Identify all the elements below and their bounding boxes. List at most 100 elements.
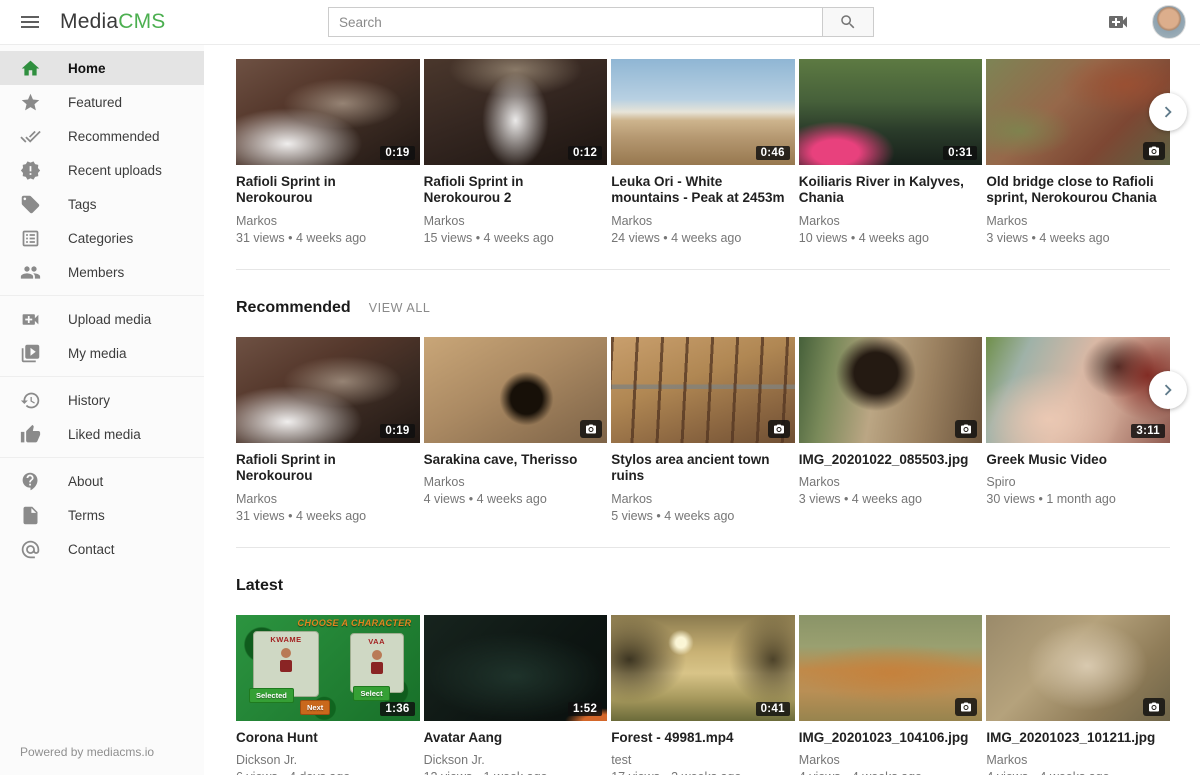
media-meta: 31 views • 4 weeks ago bbox=[236, 509, 420, 523]
media-card[interactable]: IMG_20201022_085503.jpgMarkos3 views • 4… bbox=[799, 337, 983, 523]
sidebar-item-members[interactable]: Members bbox=[0, 255, 204, 289]
media-title[interactable]: Forest - 49981.mp4 bbox=[611, 730, 795, 746]
media-title[interactable]: IMG_20201023_101211.jpg bbox=[986, 730, 1170, 746]
media-thumbnail[interactable]: 1:52 bbox=[424, 615, 608, 721]
media-author[interactable]: Markos bbox=[986, 214, 1170, 228]
search-input[interactable] bbox=[328, 7, 822, 37]
sidebar-item-upload-media[interactable]: Upload media bbox=[0, 302, 204, 336]
media-thumbnail[interactable] bbox=[986, 615, 1170, 721]
media-author[interactable]: Markos bbox=[424, 475, 608, 489]
search-button[interactable] bbox=[822, 7, 874, 37]
media-title[interactable]: Leuka Ori - White mountains - Peak at 24… bbox=[611, 174, 795, 207]
sidebar-item-contact[interactable]: Contact bbox=[0, 532, 204, 566]
media-author[interactable]: Markos bbox=[799, 214, 983, 228]
app-logo[interactable]: MediaCMS bbox=[60, 10, 165, 34]
powered-by-text[interactable]: Powered by mediacms.io bbox=[0, 731, 204, 775]
media-card[interactable]: 0:12 Rafioli Sprint in Nerokourou 2 Markos… bbox=[424, 59, 608, 245]
sidebar-item-recent-uploads[interactable]: Recent uploads bbox=[0, 153, 204, 187]
media-thumbnail[interactable]: CHOOSE A CHARACTERKWAMEVAASelectedNextSe… bbox=[236, 615, 420, 721]
media-title[interactable]: Stylos area ancient town ruins bbox=[611, 452, 795, 485]
media-title[interactable]: Rafioli Sprint in Nerokourou 2 bbox=[424, 174, 608, 207]
media-author[interactable]: Markos bbox=[799, 753, 983, 767]
media-author[interactable]: Markos bbox=[799, 475, 983, 489]
media-title[interactable]: IMG_20201022_085503.jpg bbox=[799, 452, 983, 468]
media-author[interactable]: Markos bbox=[986, 753, 1170, 767]
duration-badge: 0:12 bbox=[568, 146, 602, 160]
media-card[interactable]: 0:19 Rafioli Sprint in Nerokourou Markos 31… bbox=[236, 337, 420, 523]
media-card[interactable]: 0:31 Koiliaris River in Kalyves, Chania Ma… bbox=[799, 59, 983, 245]
carousel-next-button[interactable] bbox=[1149, 93, 1187, 131]
media-thumbnail[interactable] bbox=[986, 59, 1170, 165]
sidebar-item-terms[interactable]: Terms bbox=[0, 498, 204, 532]
media-card[interactable]: 1:52Avatar AangDickson Jr.12 views • 1 w… bbox=[424, 615, 608, 775]
media-thumbnail[interactable] bbox=[799, 337, 983, 443]
media-author[interactable]: Dickson Jr. bbox=[424, 753, 608, 767]
media-author[interactable]: Markos bbox=[611, 214, 795, 228]
sidebar-item-tags[interactable]: Tags bbox=[0, 187, 204, 221]
media-title[interactable]: Sarakina cave, Therisso bbox=[424, 452, 608, 468]
media-card[interactable]: 0:41Forest - 49981.mp4test17 views • 3 w… bbox=[611, 615, 795, 775]
media-thumbnail[interactable] bbox=[799, 615, 983, 721]
sidebar-item-history[interactable]: History bbox=[0, 383, 204, 417]
media-title[interactable]: Greek Music Video bbox=[986, 452, 1170, 468]
camera-badge-icon bbox=[1143, 142, 1165, 160]
media-card[interactable]: 0:46 Leuka Ori - White mountains - Peak a… bbox=[611, 59, 795, 245]
media-card[interactable]: Stylos area ancient town ruins Markos 5 vi… bbox=[611, 337, 795, 523]
sidebar-item-label: History bbox=[68, 393, 110, 408]
duration-badge: 1:52 bbox=[568, 702, 602, 716]
media-meta: 5 views • 4 weeks ago bbox=[611, 509, 795, 523]
logo-text-cms: CMS bbox=[118, 10, 165, 33]
media-thumbnail[interactable]: 0:19 bbox=[236, 59, 420, 165]
media-card[interactable]: 3:11Greek Music VideoSpiro30 views • 1 m… bbox=[986, 337, 1170, 523]
sidebar-item-featured[interactable]: Featured bbox=[0, 85, 204, 119]
sidebar-item-about[interactable]: About bbox=[0, 464, 204, 498]
upload-video-icon[interactable] bbox=[1106, 10, 1130, 34]
sidebar-item-label: Home bbox=[68, 61, 106, 76]
sidebar-item-categories[interactable]: Categories bbox=[0, 221, 204, 255]
menu-icon[interactable] bbox=[18, 10, 42, 34]
carousel-next-button[interactable] bbox=[1149, 371, 1187, 409]
section-header: Recommended VIEW ALL bbox=[236, 299, 1170, 317]
media-card[interactable]: Sarakina cave, TherissoMarkos4 views • 4… bbox=[424, 337, 608, 523]
media-card[interactable]: IMG_20201023_104106.jpgMarkos4 views • 4… bbox=[799, 615, 983, 775]
view-all-link[interactable]: VIEW ALL bbox=[369, 301, 431, 315]
media-author[interactable]: Markos bbox=[236, 492, 420, 506]
media-author[interactable]: Markos bbox=[236, 214, 420, 228]
sidebar-item-recommended[interactable]: Recommended bbox=[0, 119, 204, 153]
sidebar-item-label: Liked media bbox=[68, 427, 141, 442]
media-thumbnail[interactable] bbox=[424, 337, 608, 443]
media-title[interactable]: IMG_20201023_104106.jpg bbox=[799, 730, 983, 746]
sidebar-item-liked-media[interactable]: Liked media bbox=[0, 417, 204, 451]
sidebar-item-home[interactable]: Home bbox=[0, 51, 204, 85]
character-name: VAA bbox=[351, 637, 403, 646]
media-title[interactable]: Koiliaris River in Kalyves, Chania bbox=[799, 174, 983, 207]
media-card[interactable]: CHOOSE A CHARACTERKWAMEVAASelectedNextSe… bbox=[236, 615, 420, 775]
user-avatar[interactable] bbox=[1152, 5, 1186, 39]
section-featured: FeaturedVIEW ALL0:19Rafioli Sprint in Ne… bbox=[236, 21, 1170, 270]
media-thumbnail[interactable] bbox=[611, 337, 795, 443]
media-thumbnail[interactable]: 0:46 bbox=[611, 59, 795, 165]
media-author[interactable]: Markos bbox=[611, 492, 795, 506]
thumb-up-icon bbox=[20, 424, 41, 445]
media-card[interactable]: Old bridge close to Rafioli sprint, Nero… bbox=[986, 59, 1170, 245]
media-author[interactable]: Markos bbox=[424, 214, 608, 228]
media-author[interactable]: Dickson Jr. bbox=[236, 753, 420, 767]
video-plus-icon bbox=[20, 309, 41, 330]
media-title[interactable]: Rafioli Sprint in Nerokourou bbox=[236, 174, 420, 207]
section-title: Recommended bbox=[236, 299, 351, 317]
sidebar-item-my-media[interactable]: My media bbox=[0, 336, 204, 370]
media-thumbnail[interactable]: 0:12 bbox=[424, 59, 608, 165]
media-title[interactable]: Rafioli Sprint in Nerokourou bbox=[236, 452, 420, 485]
media-thumbnail[interactable]: 0:41 bbox=[611, 615, 795, 721]
media-title[interactable]: Corona Hunt bbox=[236, 730, 420, 746]
media-author[interactable]: test bbox=[611, 753, 795, 767]
media-author[interactable]: Spiro bbox=[986, 475, 1170, 489]
media-card[interactable]: 0:19Rafioli Sprint in NerokourouMarkos31… bbox=[236, 59, 420, 245]
media-thumbnail[interactable]: 3:11 bbox=[986, 337, 1170, 443]
media-thumbnail[interactable]: 0:31 bbox=[799, 59, 983, 165]
media-thumbnail[interactable]: 0:19 bbox=[236, 337, 420, 443]
media-card[interactable]: IMG_20201023_101211.jpgMarkos4 views • 4… bbox=[986, 615, 1170, 775]
media-title[interactable]: Avatar Aang bbox=[424, 730, 608, 746]
search-bar bbox=[328, 7, 874, 37]
media-title[interactable]: Old bridge close to Rafioli sprint, Nero… bbox=[986, 174, 1170, 207]
